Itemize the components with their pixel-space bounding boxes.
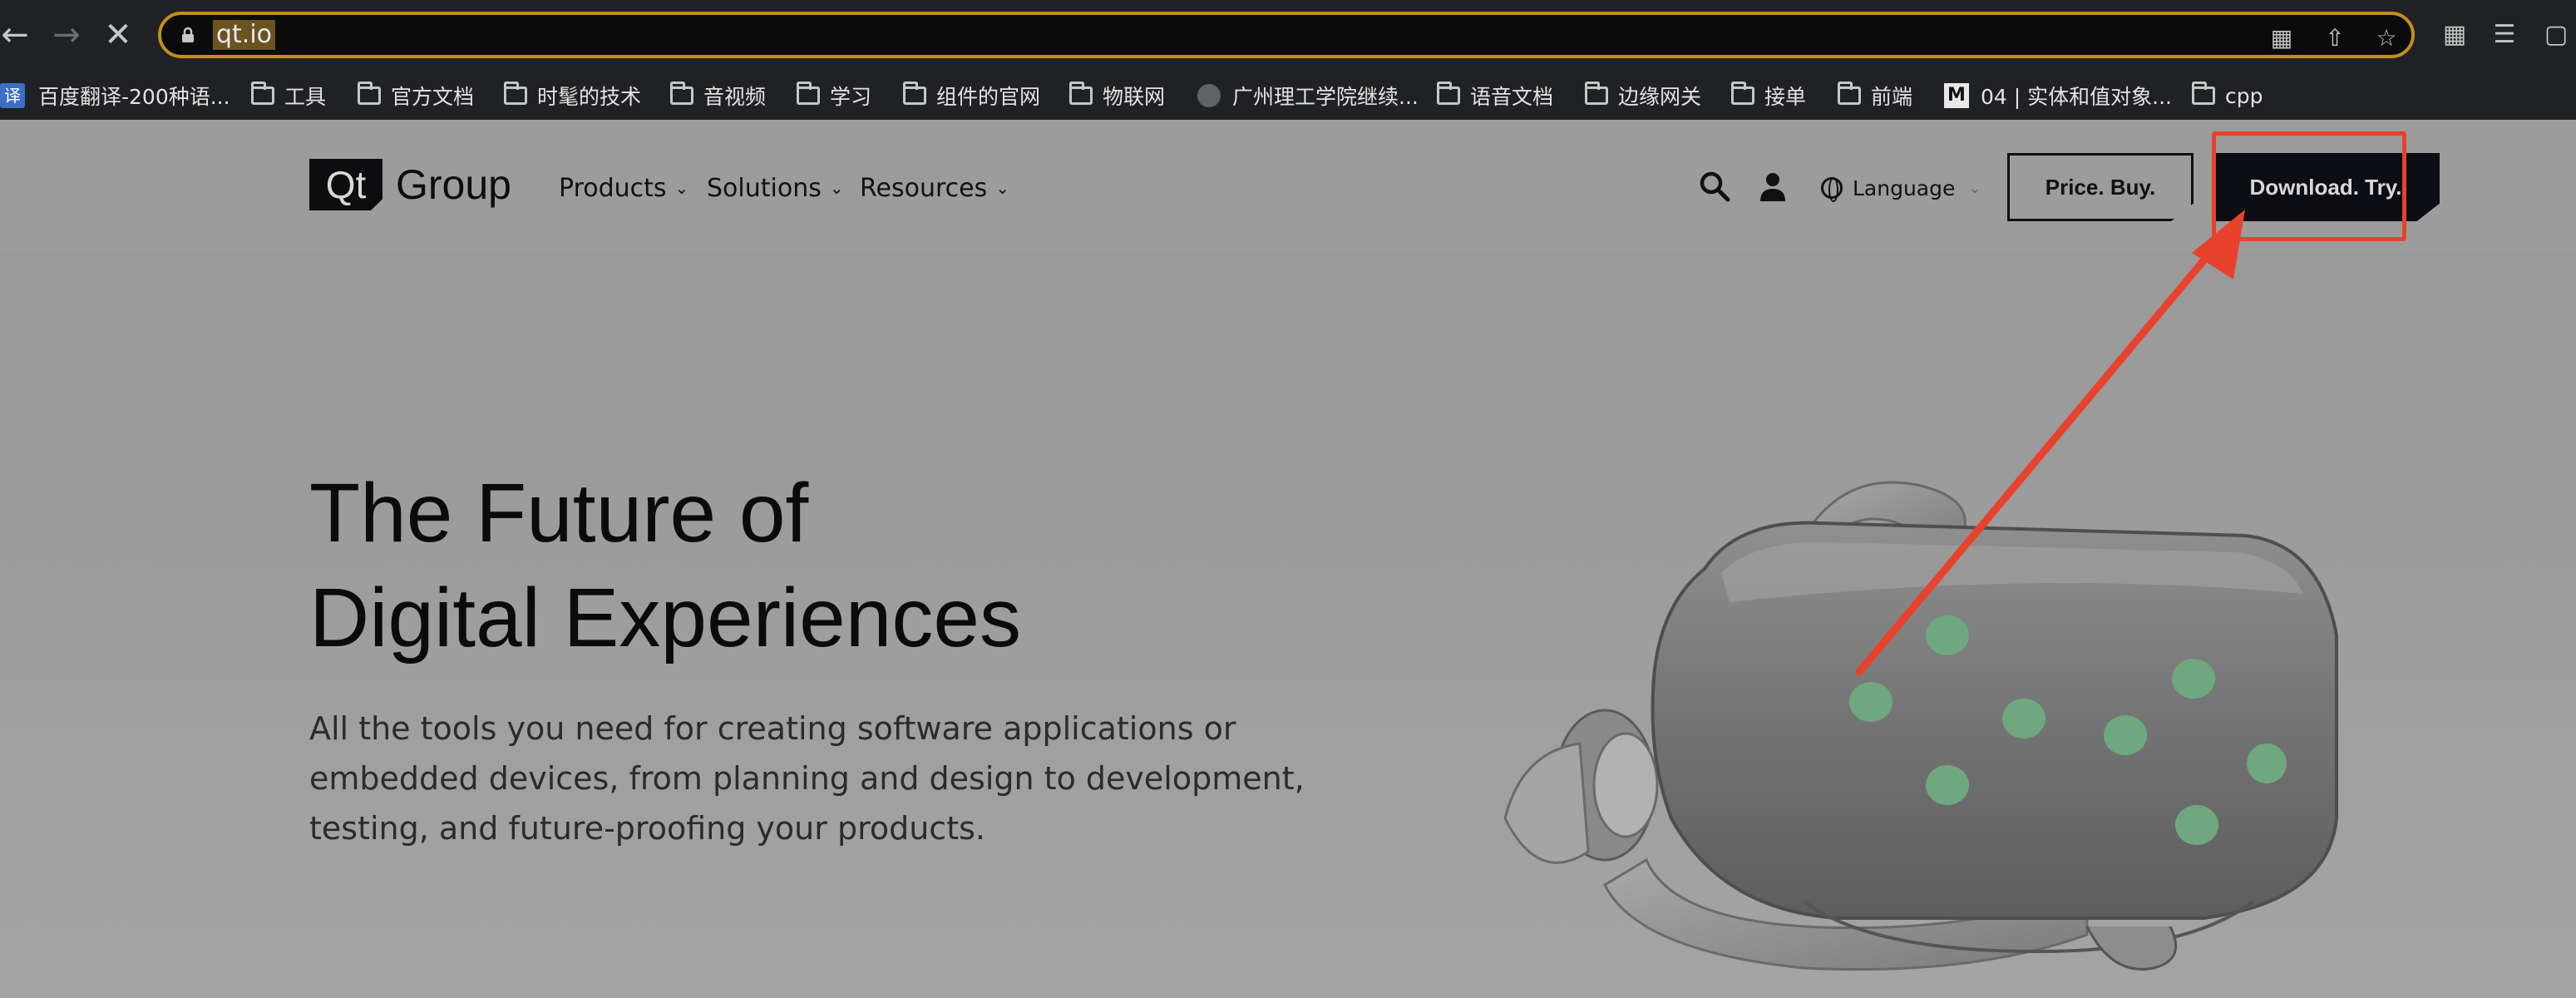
bookmarks-bar: 译 百度翻译-200种语... 工具 官方文档 时髦的技术 音视频 学习 组件的… xyxy=(0,70,2576,120)
bookmark-folder[interactable]: 边缘网关 xyxy=(1585,82,1701,110)
hero-title: The Future of Digital Experiences xyxy=(309,461,1021,670)
translate-icon[interactable]: ▦ xyxy=(2267,23,2297,53)
bookmark-folder[interactable]: 音视频 xyxy=(670,82,766,110)
folder-icon xyxy=(1838,82,1861,105)
language-label: Language xyxy=(1853,175,1956,200)
star-icon[interactable]: ☆ xyxy=(2371,23,2401,53)
nav-label: Resources xyxy=(860,173,988,203)
price-buy-button[interactable]: Price. Buy. xyxy=(2007,153,2194,221)
bookmark-folder[interactable]: 工具 xyxy=(251,82,326,110)
bookmark-label: 04 | 实体和值对象... xyxy=(1981,85,2172,109)
folder-icon xyxy=(2192,82,2215,105)
bookmark-label: 工具 xyxy=(284,85,327,109)
nav-solutions[interactable]: Solutions ⌄ xyxy=(707,170,844,206)
bookmark-label: 音视频 xyxy=(703,85,767,109)
forward-arrow-icon[interactable]: → xyxy=(47,15,86,55)
bookmark-folder[interactable]: cpp xyxy=(2192,82,2263,110)
hero-title-line: The Future of xyxy=(309,467,809,560)
folder-icon xyxy=(670,82,693,105)
globe-icon xyxy=(1197,84,1221,107)
bookmark-folder[interactable]: 物联网 xyxy=(1069,82,1165,110)
bookmark-folder[interactable]: 前端 xyxy=(1838,82,1912,110)
folder-icon xyxy=(504,82,527,105)
hero-title-line: Digital Experiences xyxy=(309,571,1021,665)
bookmark-label: 边缘网关 xyxy=(1618,85,1702,109)
bookmark-label: 语音文档 xyxy=(1470,85,1554,109)
folder-icon xyxy=(358,82,381,105)
qt-group-logo[interactable]: Qt Group xyxy=(309,158,511,211)
search-icon[interactable] xyxy=(1696,168,1733,205)
globe-icon xyxy=(1821,177,1843,202)
side-panel-icon[interactable]: ▢ xyxy=(2538,17,2574,53)
bookmark-label: 学习 xyxy=(830,85,872,109)
chevron-down-icon: ⌄ xyxy=(674,178,689,198)
bookmark-label: 前端 xyxy=(1871,85,1913,109)
share-icon[interactable]: ⇧ xyxy=(2320,23,2350,53)
folder-icon xyxy=(251,82,274,105)
bookmark-label: 时髦的技术 xyxy=(537,85,642,109)
site-header: Qt Group Products ⌄ Solutions ⌄ Resource… xyxy=(0,120,2576,253)
bookmark-item[interactable]: M 04 | 实体和值对象... xyxy=(1944,82,2172,110)
nav-label: Solutions xyxy=(707,173,822,203)
bookmark-folder[interactable]: 学习 xyxy=(797,82,871,110)
back-arrow-icon[interactable]: ← xyxy=(0,15,35,55)
bookmark-folder[interactable]: 接单 xyxy=(1731,82,1806,110)
reading-list-icon[interactable]: ☰ xyxy=(2486,17,2523,53)
baidu-translate-icon: 译 xyxy=(0,83,25,108)
bookmark-folder[interactable]: 官方文档 xyxy=(358,82,474,110)
extensions-puzzle-icon[interactable]: ▦ xyxy=(2436,17,2473,53)
chevron-down-icon: ⌄ xyxy=(995,178,1009,198)
bookmark-item[interactable]: 广州理工学院继续... xyxy=(1197,82,1419,110)
folder-icon xyxy=(903,82,926,105)
url-text[interactable]: qt.io xyxy=(213,20,276,50)
browser-chrome: ← → ✕ qt.io ▦ ⇧ ☆ ▦ ☰ ▢ 译 百度翻译-200种语... … xyxy=(0,0,2576,120)
bookmark-folder[interactable]: 时髦的技术 xyxy=(504,82,641,110)
web-page: Qt Group Products ⌄ Solutions ⌄ Resource… xyxy=(0,120,2576,998)
m-site-icon: M xyxy=(1944,83,1969,108)
logo-text: Group xyxy=(396,161,511,208)
bookmark-label: 物联网 xyxy=(1103,85,1166,109)
user-icon[interactable] xyxy=(1754,168,1791,205)
address-bar[interactable]: qt.io ▦ ⇧ ☆ xyxy=(158,12,2415,58)
logo-mark: Qt xyxy=(309,159,382,210)
close-icon[interactable]: ✕ xyxy=(98,15,138,55)
bookmark-label: 官方文档 xyxy=(391,85,475,109)
bookmark-folder[interactable]: 组件的官网 xyxy=(903,82,1040,110)
folder-icon xyxy=(1731,82,1754,105)
chevron-down-icon: ⌄ xyxy=(1968,179,1981,197)
bookmark-folder[interactable]: 语音文档 xyxy=(1437,82,1553,110)
vr-headset-illustration xyxy=(1503,481,2338,971)
folder-icon xyxy=(1437,82,1460,105)
bookmark-label: cpp xyxy=(2225,83,2263,108)
bookmark-item[interactable]: 译 百度翻译-200种语... xyxy=(0,82,230,110)
browser-toolbar: ← → ✕ qt.io ▦ ⇧ ☆ ▦ ☰ ▢ xyxy=(0,0,2576,70)
language-selector[interactable]: Language ⌄ xyxy=(1821,171,1981,205)
nav-label: Products xyxy=(559,173,667,203)
chevron-down-icon: ⌄ xyxy=(829,178,844,198)
nav-resources[interactable]: Resources ⌄ xyxy=(860,170,1009,206)
lock-icon[interactable] xyxy=(180,27,196,43)
bookmark-label: 广州理工学院继续... xyxy=(1232,85,1419,109)
bookmark-label: 接单 xyxy=(1764,85,1807,109)
bookmark-label: 百度翻译-200种语... xyxy=(38,85,230,109)
hero-subtitle: All the tools you need for creating soft… xyxy=(309,710,1305,847)
bookmark-label: 组件的官网 xyxy=(936,85,1041,109)
folder-icon xyxy=(1585,82,1608,105)
annotation-highlight-box xyxy=(2212,131,2406,241)
folder-icon xyxy=(797,82,820,105)
folder-icon xyxy=(1069,82,1093,105)
nav-products[interactable]: Products ⌄ xyxy=(559,170,688,206)
